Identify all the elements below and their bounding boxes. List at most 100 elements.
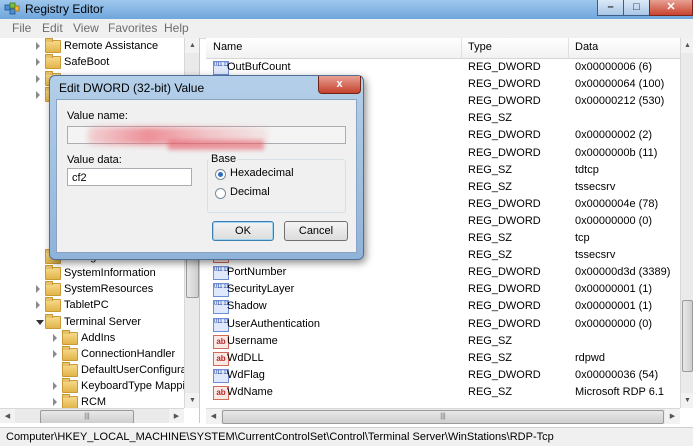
value-name: OutBufCount: [227, 61, 291, 73]
value-type: REG_DWORD: [468, 197, 541, 210]
list-row[interactable]: ab WdDLL REG_SZ rdpwd: [206, 350, 680, 367]
list-row[interactable]: 011 110UserAuthenticationREG_DWORD0x0000…: [206, 316, 680, 333]
value-name-field[interactable]: [67, 126, 346, 150]
ok-button[interactable]: OK: [212, 221, 274, 241]
hexadecimal-radio[interactable]: [215, 169, 226, 180]
scroll-down-arrow-icon[interactable]: ▼: [185, 393, 199, 408]
value-data: Microsoft RDP 6.1: [575, 385, 665, 398]
expand-icon[interactable]: [53, 334, 57, 342]
list-row[interactable]: 011 110OutBufCountREG_DWORD0x00000006 (6…: [206, 59, 680, 76]
menu-file[interactable]: File: [12, 21, 31, 35]
expand-icon[interactable]: [53, 350, 57, 358]
value-type: REG_DWORD: [468, 61, 541, 73]
column-separator[interactable]: [568, 38, 569, 58]
value-data: rdpwd: [575, 351, 605, 364]
list-header: Name Type Data: [206, 38, 680, 59]
hexadecimal-label[interactable]: Hexadecimal: [230, 167, 294, 179]
list-row[interactable]: 011 110WdFlagREG_DWORD0x00000036 (54): [206, 367, 680, 384]
scroll-thumb[interactable]: |||: [222, 410, 664, 424]
menu-favorites[interactable]: Favorites: [108, 21, 157, 35]
value-data: 0x00000002 (2): [575, 129, 653, 142]
list-row[interactable]: 011 110ShadowREG_DWORD0x00000001 (1): [206, 298, 680, 315]
folder-icon: [62, 378, 78, 393]
value-type: REG_SZ: [468, 334, 513, 347]
value-type: REG_DWORD: [468, 78, 541, 91]
value-data-label: Value data:: [67, 154, 122, 166]
value-type: REG_SZ: [468, 163, 513, 176]
list-row[interactable]: 011 110PortNumberREG_DWORD0x00000d3d (33…: [206, 264, 680, 281]
expand-icon[interactable]: [36, 91, 40, 99]
value-type: REG_SZ: [468, 112, 513, 125]
maximize-button[interactable]: □: [623, 0, 650, 16]
expand-icon[interactable]: [36, 301, 40, 309]
dialog-title: Edit DWORD (32-bit) Value: [59, 81, 205, 95]
scroll-right-arrow-icon[interactable]: ▶: [169, 409, 184, 423]
column-header-name[interactable]: Name: [213, 41, 242, 53]
scroll-thumb[interactable]: [682, 300, 693, 372]
value-data: tssecsrv: [575, 180, 616, 193]
scroll-left-arrow-icon[interactable]: ◀: [0, 409, 15, 423]
key-path: Computer\HKEY_LOCAL_MACHINE\SYSTEM\Curre…: [6, 431, 554, 443]
expand-icon[interactable]: [53, 382, 57, 390]
dialog-body: Value name: Value data: cf2 Base Hexadec…: [56, 99, 357, 253]
scroll-up-arrow-icon[interactable]: ▲: [681, 38, 693, 53]
dialog-close-button[interactable]: x: [318, 76, 361, 94]
column-separator[interactable]: [461, 38, 462, 58]
folder-icon: [45, 297, 61, 312]
value-type: REG_SZ: [468, 180, 513, 193]
value-type: REG_DWORD: [468, 317, 541, 330]
value-data: 0x0000004e (78): [575, 197, 659, 210]
value-name: WdName: [227, 385, 273, 398]
value-name: WdFlag: [227, 368, 265, 381]
expand-icon[interactable]: [36, 285, 40, 293]
value-data: 0x00000001 (1): [575, 300, 653, 313]
value-type: REG_DWORD: [468, 95, 541, 108]
expand-icon[interactable]: [36, 58, 40, 66]
value-name: WdDLL: [227, 351, 264, 364]
menu-help[interactable]: Help: [164, 21, 189, 35]
value-type: REG_SZ: [468, 232, 513, 244]
scroll-up-arrow-icon[interactable]: ▲: [185, 38, 199, 53]
menu-edit[interactable]: Edit: [42, 21, 63, 35]
minimize-button[interactable]: –: [597, 0, 624, 16]
column-header-data[interactable]: Data: [575, 41, 598, 53]
value-data: tcp: [575, 232, 590, 244]
scroll-down-arrow-icon[interactable]: ▼: [681, 393, 693, 408]
folder-icon: [62, 362, 78, 377]
expand-icon[interactable]: [36, 42, 40, 50]
close-icon: x: [336, 78, 343, 90]
value-data: 0x00000212 (530): [575, 95, 665, 108]
values-vertical-scrollbar[interactable]: ▲ ▼: [680, 38, 693, 408]
value-type: REG_DWORD: [468, 129, 541, 142]
close-window-button[interactable]: ✕: [649, 0, 693, 16]
expand-icon[interactable]: [36, 75, 40, 83]
folder-icon: [62, 346, 78, 361]
value-type: REG_DWORD: [468, 266, 541, 279]
base-group-label: Base: [209, 153, 239, 165]
value-type: REG_DWORD: [468, 214, 541, 227]
scroll-right-arrow-icon[interactable]: ▶: [665, 409, 680, 424]
column-header-type[interactable]: Type: [468, 41, 492, 53]
list-row[interactable]: 011 110SecurityLayerREG_DWORD0x00000001 …: [206, 281, 680, 298]
list-row[interactable]: ab WdName REG_SZ Microsoft RDP 6.1: [206, 384, 680, 401]
value-name: Username: [227, 334, 278, 347]
values-horizontal-scrollbar[interactable]: ◀ ||| ▶: [206, 408, 680, 424]
tree-horizontal-scrollbar[interactable]: ◀ ||| ▶: [0, 408, 184, 423]
value-data: 0x00000000 (0): [575, 317, 653, 330]
expand-icon[interactable]: [53, 398, 57, 406]
folder-icon: [45, 38, 61, 53]
scroll-thumb[interactable]: |||: [40, 410, 134, 423]
collapse-icon[interactable]: [36, 320, 44, 325]
list-row[interactable]: ab Username REG_SZ: [206, 333, 680, 350]
close-icon: ✕: [666, 1, 676, 13]
decimal-label[interactable]: Decimal: [230, 186, 270, 198]
value-type: REG_SZ: [468, 249, 513, 262]
value-data: 0x00000036 (54): [575, 368, 659, 381]
decimal-radio[interactable]: [215, 188, 226, 199]
value-name: SecurityLayer: [227, 283, 295, 296]
folder-icon: [45, 54, 61, 69]
cancel-button[interactable]: Cancel: [284, 221, 348, 241]
menu-view[interactable]: View: [73, 21, 99, 35]
scroll-left-arrow-icon[interactable]: ◀: [206, 409, 221, 424]
value-data-field[interactable]: cf2: [67, 168, 192, 186]
